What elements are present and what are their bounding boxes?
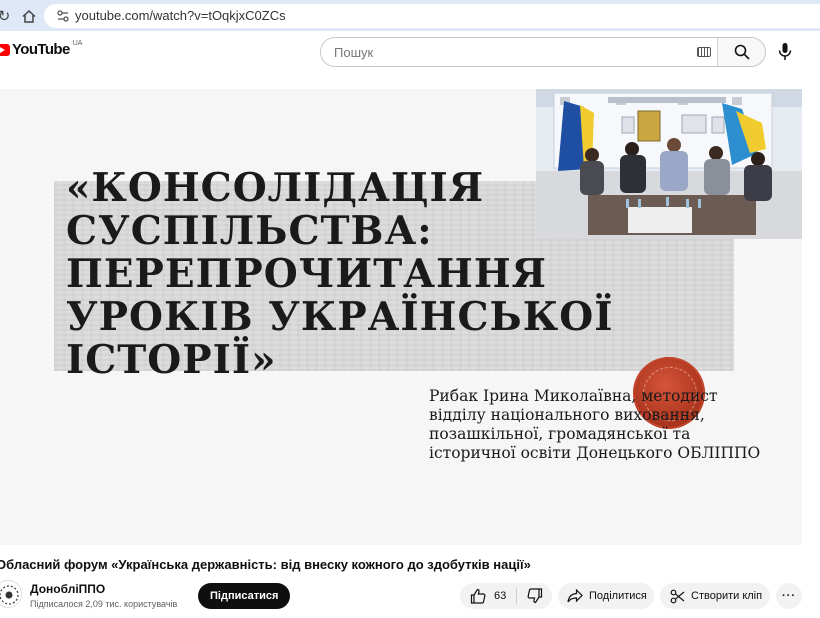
author-line: позашкільної, громадянської та xyxy=(429,425,691,443)
search-icon xyxy=(734,44,750,60)
address-bar[interactable]: youtube.com/watch?v=tOqkjxC0ZCs xyxy=(44,4,820,28)
channel-avatar[interactable] xyxy=(0,580,22,608)
home-icon[interactable] xyxy=(19,6,39,26)
search-button[interactable] xyxy=(717,38,765,66)
slide-title-line: перепрочитання xyxy=(66,251,548,297)
share-icon xyxy=(567,589,583,603)
search-box xyxy=(320,37,766,67)
region-code: UA xyxy=(72,40,83,47)
subscribe-button[interactable]: Підписатися xyxy=(198,583,291,609)
channel-name[interactable]: ДонобліППО xyxy=(30,582,105,596)
video-title: Обласний форум «Українська державність: … xyxy=(0,557,531,572)
youtube-logo[interactable]: YouTube UA xyxy=(0,40,83,58)
more-icon: ··· xyxy=(782,590,796,602)
panel-scene-image xyxy=(536,89,802,239)
slide-title-line: уроків української xyxy=(66,294,614,340)
thumbs-down-icon xyxy=(527,588,542,604)
reload-icon[interactable]: ↻ xyxy=(0,6,14,26)
voice-search-button[interactable] xyxy=(776,42,794,62)
search-input[interactable] xyxy=(321,38,717,66)
author-line: історичної освіти Донецького ОБЛІППО xyxy=(429,444,761,462)
slide-author: Рибак Ірина Миколаївна, методист відділу… xyxy=(429,387,799,463)
keyboard-icon[interactable] xyxy=(697,47,711,57)
youtube-header: YouTube UA xyxy=(0,31,820,73)
logo-wordmark: YouTube xyxy=(12,41,70,58)
dislike-button[interactable] xyxy=(517,583,552,609)
browser-toolbar: ↻ youtube.com/watch?v=tOqkjxC0ZCs xyxy=(0,0,820,31)
create-clip-button[interactable]: Створити кліп xyxy=(660,583,770,609)
video-actions-row: ДонобліППО Підписалося 2,09 тис. користу… xyxy=(0,580,820,612)
subscriber-count: Підписалося 2,09 тис. користувачів xyxy=(30,599,178,609)
share-label: Поділитися xyxy=(589,590,647,602)
microphone-icon xyxy=(778,43,792,60)
like-count: 63 xyxy=(494,590,507,602)
create-clip-label: Створити кліп xyxy=(691,590,763,602)
panel-camera-inset xyxy=(536,89,802,239)
slide-title-line: історії» xyxy=(66,337,277,383)
site-info-icon[interactable] xyxy=(56,8,70,24)
share-button[interactable]: Поділитися xyxy=(558,583,654,609)
url-text: youtube.com/watch?v=tOqkjxC0ZCs xyxy=(75,8,286,23)
like-dislike-group: 63 xyxy=(460,583,552,609)
author-line: Рибак Ірина Миколаївна, методист xyxy=(429,387,718,405)
thumbs-up-icon xyxy=(470,588,486,604)
youtube-play-icon xyxy=(0,43,10,56)
author-line: відділу національного виховання, xyxy=(429,406,705,424)
scissors-icon xyxy=(670,589,685,603)
video-player[interactable]: «Консолідація суспільства: перепрочитанн… xyxy=(0,89,802,545)
more-actions-button[interactable]: ··· xyxy=(776,583,802,609)
like-button[interactable]: 63 xyxy=(460,583,516,609)
